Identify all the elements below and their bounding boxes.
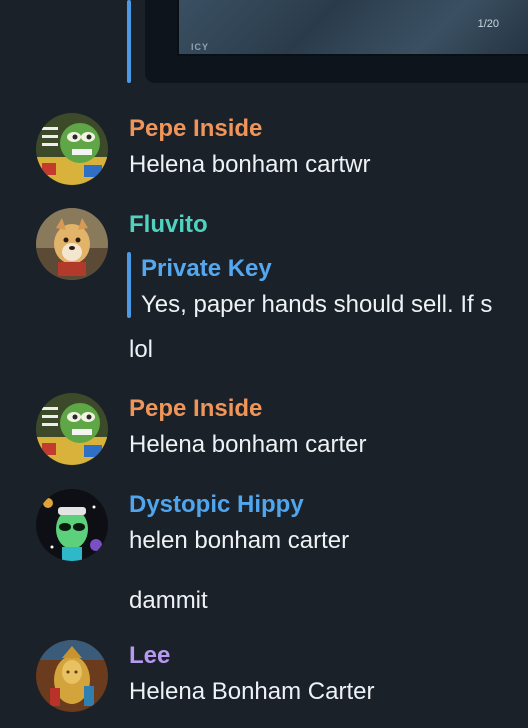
previous-image <box>177 0 528 56</box>
alien-avatar-icon[interactable] <box>36 489 108 561</box>
message-text: Helena bonham carter <box>129 431 367 458</box>
reply-preview-text[interactable]: Yes, paper hands should sell. If s <box>141 291 528 319</box>
pepe-avatar-icon[interactable] <box>36 393 108 465</box>
message-text: lol <box>129 336 154 363</box>
doge-avatar-icon[interactable] <box>36 208 108 280</box>
sender-name[interactable]: Lee <box>129 642 170 670</box>
sender-name[interactable]: Pepe Inside <box>129 395 262 423</box>
previous-quote-bar <box>127 0 131 83</box>
message-text-followup: dammit <box>129 587 208 614</box>
golden-statue-avatar-icon[interactable] <box>36 640 108 712</box>
message-text: Helena bonham cartwr <box>129 151 371 178</box>
previous-image-page: 1/20 <box>477 18 499 30</box>
previous-image-mark: ICY <box>191 42 210 52</box>
sender-name[interactable]: Dystopic Hippy <box>129 491 304 519</box>
previous-image-card[interactable]: ICY 1/20 <box>145 0 528 83</box>
message-text: Helena Bonham Carter <box>129 678 375 705</box>
sender-name[interactable]: Pepe Inside <box>129 115 262 143</box>
pepe-avatar-icon[interactable] <box>36 113 108 185</box>
reply-sender-name[interactable]: Private Key <box>141 255 272 283</box>
chat-view: ICY 1/20 Pepe Inside Helena bonham cartw… <box>0 0 528 728</box>
message-text: helen bonham carter <box>129 527 350 554</box>
reply-quote-bar <box>127 252 131 318</box>
sender-name[interactable]: Fluvito <box>129 211 208 239</box>
